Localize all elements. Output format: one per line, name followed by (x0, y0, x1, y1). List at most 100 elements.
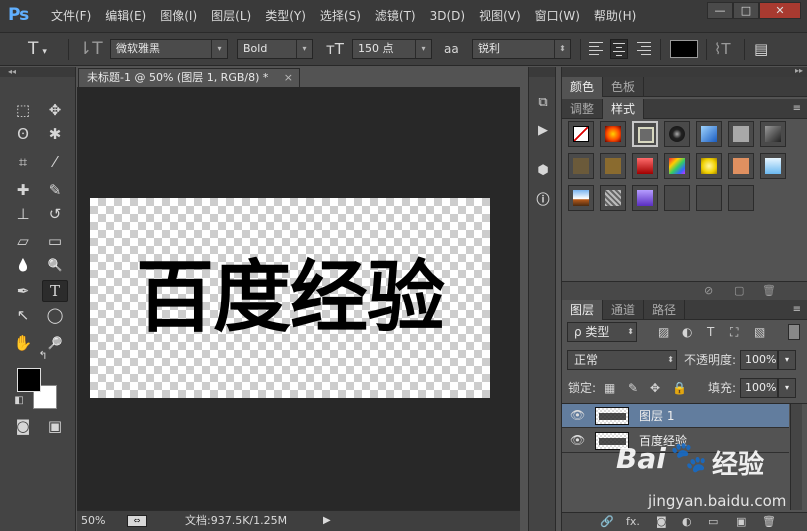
style-swatch-dark-metal[interactable] (760, 121, 786, 147)
style-swatch-blue-ribbon[interactable] (696, 121, 722, 147)
minimize-button[interactable]: — (707, 2, 733, 19)
canvas[interactable]: 百度经验 (90, 198, 490, 398)
align-right-button[interactable] (635, 39, 653, 59)
new-group-icon[interactable]: ▭ (708, 515, 718, 528)
filter-toggle[interactable] (788, 324, 800, 340)
filter-type-icon[interactable]: T (707, 322, 714, 342)
screen-mode-tool-icon[interactable]: ▣ (42, 415, 68, 437)
style-swatch-empty[interactable] (696, 185, 722, 211)
style-swatch-light-blue[interactable] (760, 153, 786, 179)
clear-style-icon[interactable]: ⊘ (704, 284, 713, 297)
opacity-input[interactable]: 100% (740, 350, 778, 370)
history-brush-tool-icon[interactable]: ↺ (42, 203, 68, 225)
ellipse-tool-icon[interactable]: ◯ (42, 304, 68, 326)
visibility-eye-icon[interactable]: 👁 (570, 408, 585, 422)
lock-all-icon[interactable]: 🔒 (672, 378, 687, 398)
layer-name[interactable]: 图层 1 (639, 404, 674, 428)
tab-adjustments[interactable]: 调整 (562, 99, 604, 119)
font-style-select[interactable]: Bold ▾ (237, 39, 313, 59)
fill-dropdown-icon[interactable]: ▾ (778, 378, 796, 398)
maximize-button[interactable]: □ (733, 2, 759, 19)
layers-menu-icon[interactable]: ≡ (793, 304, 801, 315)
add-mask-icon[interactable]: ◙ (656, 515, 667, 528)
style-swatch-frame[interactable] (632, 121, 658, 147)
zoom-level[interactable]: 50% (81, 511, 105, 531)
menu-file[interactable]: 文件(F) (44, 0, 98, 33)
crop-tool-icon[interactable]: ⌗ (10, 151, 36, 173)
dodge-tool-icon[interactable]: 🔍 (42, 254, 68, 276)
swap-colors-icon[interactable]: ↰ (36, 348, 50, 362)
eyedropper-tool-icon[interactable]: ⁄ (42, 151, 68, 173)
menu-image[interactable]: 图像(I) (153, 0, 204, 33)
style-swatch-purple[interactable] (632, 185, 658, 211)
align-left-button[interactable] (587, 39, 605, 59)
text-orientation-icon[interactable]: ⇂T (78, 39, 103, 59)
magic-wand-tool-icon[interactable]: ✱ (42, 123, 68, 145)
character-panel-icon[interactable]: ▤ (754, 39, 768, 59)
info-icon[interactable]: ⓘ (532, 187, 554, 209)
tab-layers[interactable]: 图层 (562, 300, 604, 320)
rect-marquee-tool-icon[interactable]: ⬚ (10, 99, 36, 121)
type-tool-icon[interactable]: T (42, 280, 68, 302)
dock-collapse[interactable] (529, 67, 555, 77)
layer-row-layer1[interactable]: 👁 图层 1 (562, 404, 789, 428)
menu-3d[interactable]: 3D(D) (423, 0, 472, 33)
status-info-icon[interactable]: ⇔ (127, 515, 147, 527)
style-swatch-dark-circle[interactable] (664, 121, 690, 147)
menu-help[interactable]: 帮助(H) (587, 0, 643, 33)
delete-style-icon[interactable]: 🗑 (762, 284, 776, 297)
styles-menu-icon[interactable]: ≡ (793, 103, 801, 114)
lock-position-icon[interactable]: ✥ (650, 378, 660, 398)
status-menu-icon[interactable]: ▶ (323, 511, 331, 531)
type-tool-preset[interactable]: T ▾ (28, 39, 47, 59)
opacity-dropdown-icon[interactable]: ▾ (778, 350, 796, 370)
3d-icon[interactable]: ⬢ (532, 159, 554, 181)
style-swatch-empty[interactable] (664, 185, 690, 211)
lasso-tool-icon[interactable]: ʘ (10, 123, 36, 145)
antialias-select[interactable]: 锐利 ⬍ (472, 39, 571, 59)
panel-collapse-icon[interactable]: ▸▸ (795, 66, 803, 75)
menu-view[interactable]: 视图(V) (472, 0, 528, 33)
new-layer-icon[interactable]: ▣ (736, 515, 746, 528)
style-swatch-grey[interactable] (728, 121, 754, 147)
adjustment-layer-icon[interactable]: ◐ (682, 515, 692, 528)
tools-collapse[interactable]: ◂◂ (0, 67, 75, 77)
canvas-text-layer[interactable]: 百度经验 (90, 248, 490, 348)
close-button[interactable]: ✕ (759, 2, 801, 19)
document-workspace[interactable]: 百度经验 (77, 87, 520, 510)
filter-adjustment-icon[interactable]: ◐ (682, 322, 692, 342)
healing-tool-icon[interactable]: ✚ (10, 179, 36, 201)
fill-input[interactable]: 100% (740, 378, 778, 398)
style-swatch-none[interactable] (568, 121, 594, 147)
menu-window[interactable]: 窗口(W) (528, 0, 587, 33)
layer-style-fx-icon[interactable]: fx. (626, 515, 640, 528)
menu-filter[interactable]: 滤镜(T) (368, 0, 423, 33)
style-swatch-gold-brown[interactable] (600, 153, 626, 179)
font-size-select[interactable]: 150 点 ▾ (352, 39, 432, 59)
style-swatch-yellow[interactable] (696, 153, 722, 179)
style-swatch-brown[interactable] (568, 153, 594, 179)
lock-transparency-icon[interactable]: ▦ (604, 378, 615, 398)
actions-play-icon[interactable]: ▶ (532, 119, 554, 141)
history-icon[interactable]: ⧉ (532, 91, 554, 113)
align-center-button[interactable] (610, 39, 628, 59)
menu-layer[interactable]: 图层(L) (204, 0, 258, 33)
tab-styles[interactable]: 样式 (603, 99, 645, 119)
hand-tool-icon[interactable]: ✋ (10, 332, 36, 354)
document-tab[interactable]: 未标题-1 @ 50% (图层 1, RGB/8) * × (78, 68, 300, 87)
link-layers-icon[interactable]: 🔗 (600, 515, 614, 528)
menu-select[interactable]: 选择(S) (313, 0, 368, 33)
visibility-eye-icon[interactable]: 👁 (570, 433, 585, 447)
close-tab-icon[interactable]: × (284, 69, 293, 87)
default-colors-icon[interactable]: ◧ (12, 393, 26, 407)
style-swatch-empty[interactable] (728, 185, 754, 211)
tab-swatches[interactable]: 色板 (603, 77, 645, 97)
style-swatch-multicolor[interactable] (664, 153, 690, 179)
lock-pixels-icon[interactable]: ✎ (628, 378, 638, 398)
path-select-tool-icon[interactable]: ↖ (10, 304, 36, 326)
delete-layer-icon[interactable]: 🗑 (762, 515, 776, 528)
gradient-tool-icon[interactable]: ▭ (42, 230, 68, 252)
style-swatch-sky[interactable] (568, 185, 594, 211)
tab-color[interactable]: 颜色 (562, 77, 604, 97)
filter-shape-icon[interactable]: ⛶ (730, 322, 738, 342)
